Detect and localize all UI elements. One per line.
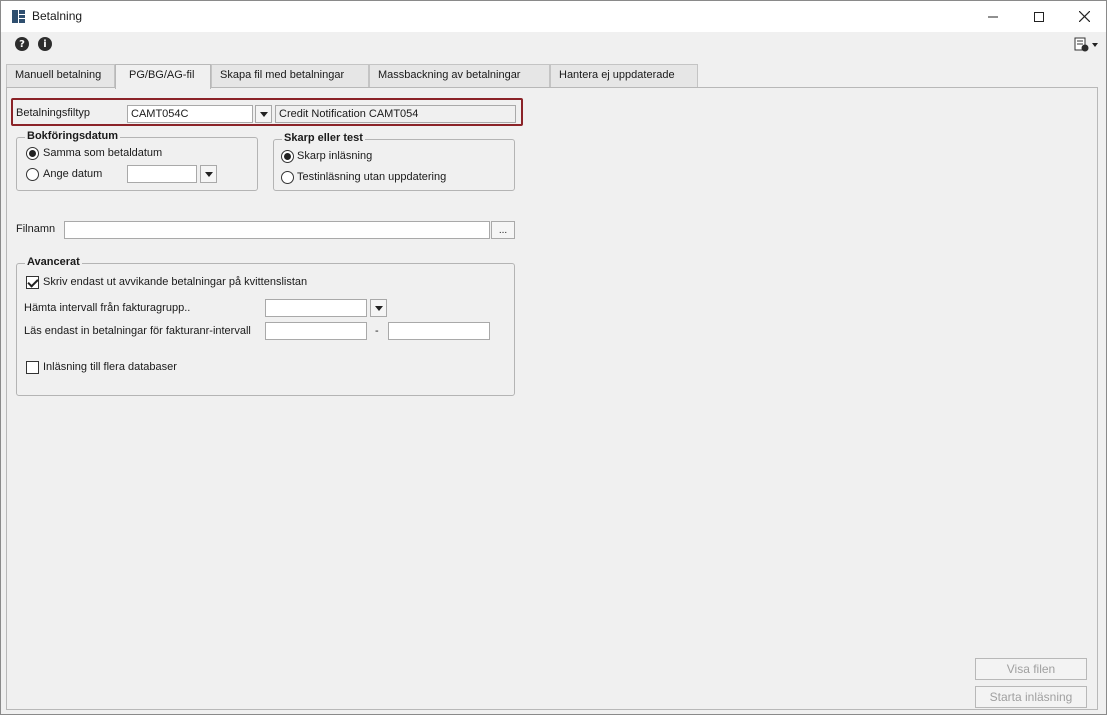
range-separator: - [375, 325, 379, 337]
tab-label: PG/BG/AG-fil [129, 69, 195, 81]
chevron-down-icon [374, 305, 383, 311]
invoice-to-input[interactable] [388, 322, 490, 340]
browse-button[interactable]: ... [491, 221, 515, 239]
info-icon[interactable]: i [38, 37, 52, 51]
chevron-down-icon [204, 171, 213, 177]
report-menu-icon[interactable] [1074, 37, 1098, 53]
interval-group-label: Hämta intervall från fakturagrupp.. [24, 302, 191, 314]
interval-group-input[interactable] [265, 299, 367, 317]
tab-label: Hantera ej uppdaterade [559, 69, 675, 81]
title-bar: Betalning [1, 1, 1106, 32]
start-import-button[interactable]: Starta inläsning [975, 686, 1087, 708]
mode-title: Skarp eller test [282, 132, 365, 144]
filetype-select[interactable]: CAMT054C [127, 105, 253, 123]
app-grid-icon [12, 10, 25, 23]
close-icon [1078, 11, 1090, 22]
minimize-button[interactable] [970, 1, 1016, 32]
chevron-down-icon [259, 111, 268, 117]
filename-input[interactable] [64, 221, 490, 239]
filetype-label: Betalningsfiltyp [16, 107, 90, 119]
tab-mass-reversal[interactable]: Massbackning av betalningar [369, 64, 550, 87]
minimize-icon [988, 16, 998, 17]
interval-group-dropdown[interactable] [370, 299, 387, 317]
mode-live-radio[interactable] [281, 150, 294, 163]
tab-label: Massbackning av betalningar [378, 69, 521, 81]
tab-label: Skapa fil med betalningar [220, 69, 345, 81]
bookdate-date-dropdown[interactable] [200, 165, 217, 183]
mode-test-radio[interactable] [281, 171, 294, 184]
bookdate-date-input[interactable] [127, 165, 197, 183]
maximize-icon [1034, 11, 1044, 22]
multi-db-checkbox[interactable] [26, 361, 39, 374]
only-deviating-label: Skriv endast ut avvikande betalningar på… [43, 276, 308, 288]
mode-test-label: Testinläsning utan uppdatering [297, 171, 447, 183]
filename-label: Filnamn [16, 223, 56, 235]
bookdate-title: Bokföringsdatum [25, 130, 121, 142]
maximize-button[interactable] [1016, 1, 1062, 32]
multi-db-label: Inläsning till flera databaser [43, 361, 177, 373]
tab-handle-not-updated[interactable]: Hantera ej uppdaterade [550, 64, 698, 87]
tab-pg-bg-ag-file[interactable]: PG/BG/AG-fil [115, 64, 211, 89]
filetype-description: Credit Notification CAMT054 [275, 105, 516, 123]
bookdate-specify-radio[interactable] [26, 168, 39, 181]
window-title: Betalning [32, 9, 83, 23]
close-button[interactable] [1061, 1, 1107, 32]
payment-window: Betalning ? i Manuell betalning PG/BG/AG… [0, 0, 1107, 715]
tab-create-payment-file[interactable]: Skapa fil med betalningar [211, 64, 369, 87]
show-file-button[interactable]: Visa filen [975, 658, 1087, 680]
only-deviating-checkbox[interactable] [26, 276, 39, 289]
advanced-title: Avancerat [25, 256, 82, 268]
bookdate-specify-label: Ange datum [43, 168, 103, 180]
toolbar: ? i [1, 32, 1106, 58]
invoice-from-input[interactable] [265, 322, 367, 340]
help-icon[interactable]: ? [15, 37, 29, 51]
bookdate-same-radio[interactable] [26, 147, 39, 160]
mode-group: Skarp eller test [273, 132, 515, 191]
tab-manual-payment[interactable]: Manuell betalning [6, 64, 115, 87]
invoice-range-label: Läs endast in betalningar för fakturanr-… [24, 325, 251, 337]
tab-label: Manuell betalning [15, 69, 102, 81]
bookdate-same-label: Samma som betaldatum [43, 147, 163, 159]
mode-live-label: Skarp inläsning [297, 150, 373, 162]
filetype-dropdown-button[interactable] [255, 105, 272, 123]
